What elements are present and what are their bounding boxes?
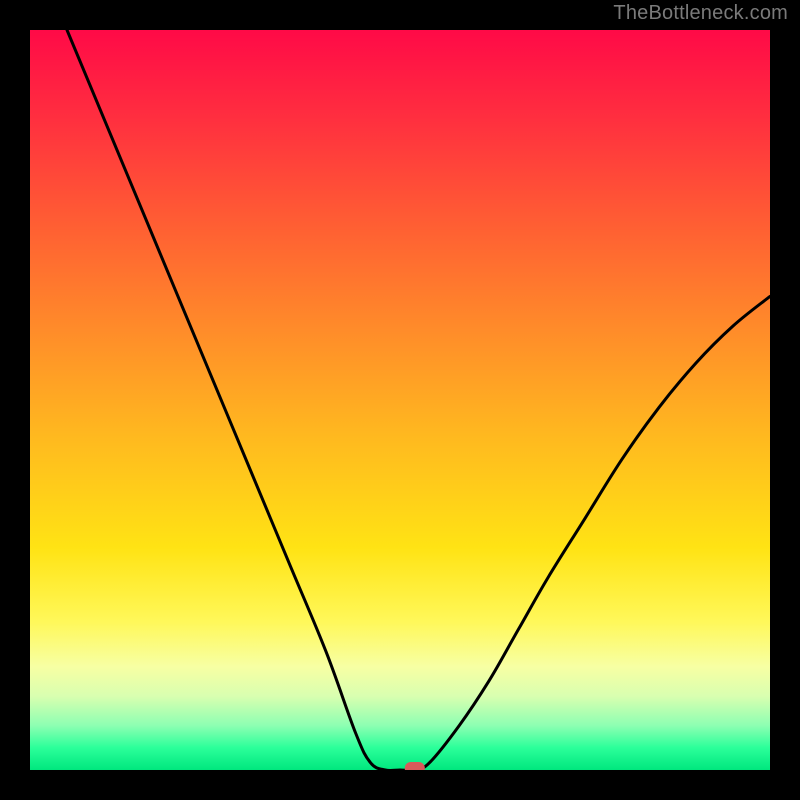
- bottleneck-curve: [67, 30, 770, 770]
- bottleneck-plot: [30, 30, 770, 770]
- watermark-text: TheBottleneck.com: [613, 2, 788, 25]
- chart-frame: TheBottleneck.com: [0, 0, 800, 800]
- optimum-marker: [405, 762, 425, 770]
